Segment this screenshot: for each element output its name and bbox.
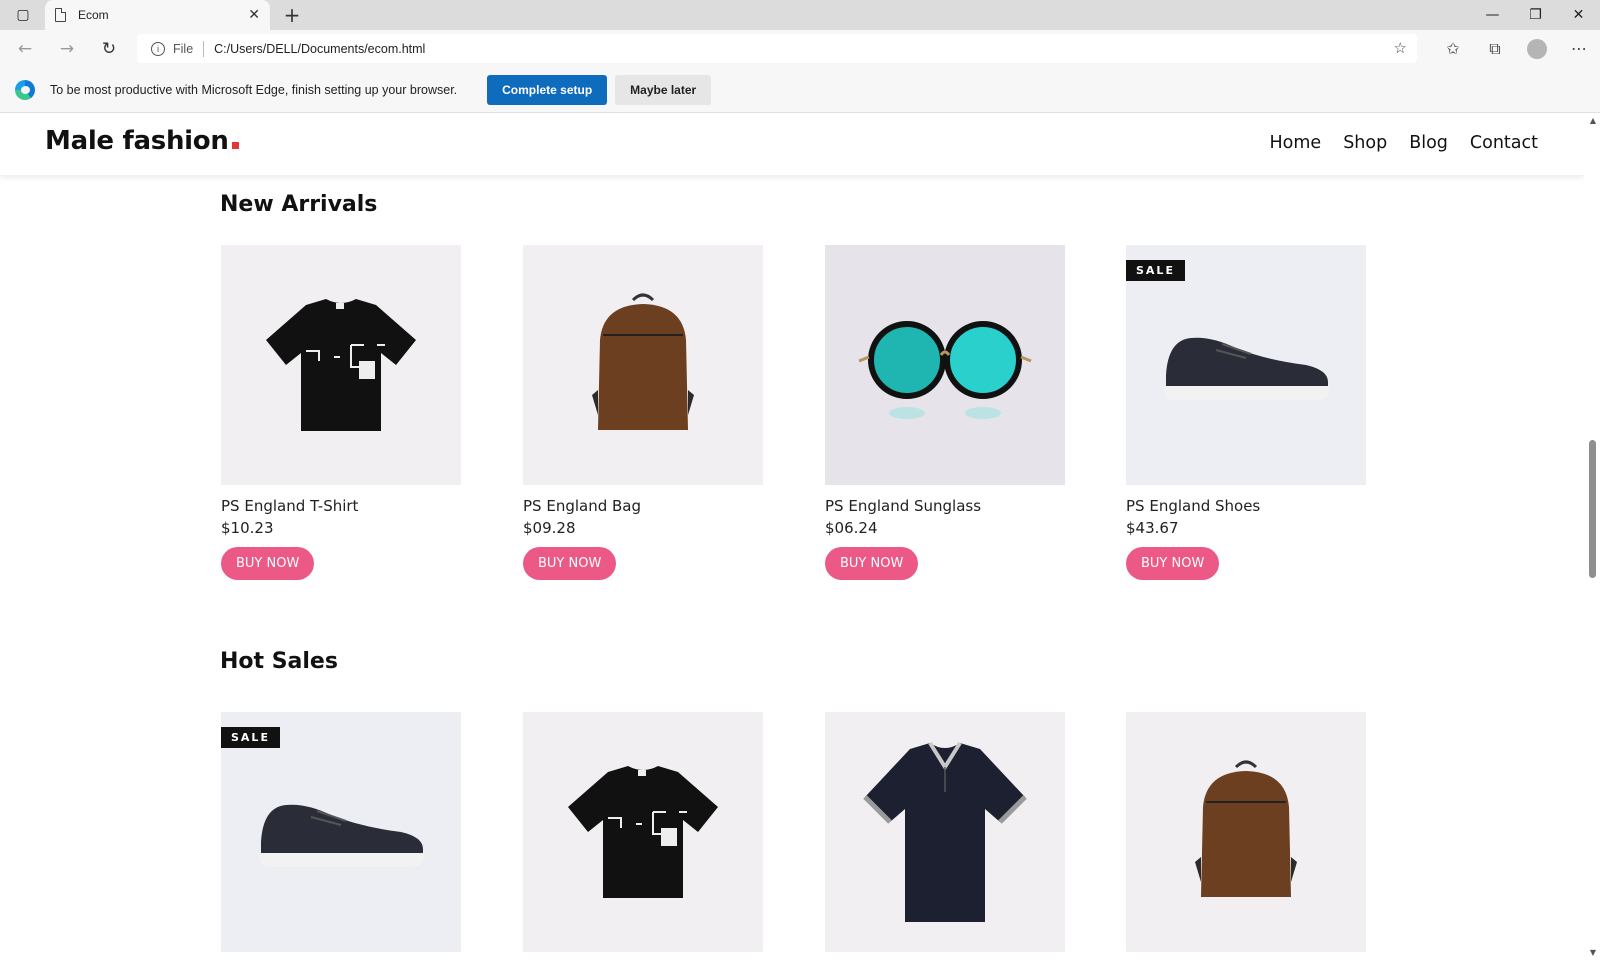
product-card[interactable]: PS England Sunglass $06.24 BUY NOW <box>825 245 1065 580</box>
close-window-button[interactable]: ✕ <box>1557 0 1600 30</box>
url-text[interactable]: C:/Users/DELL/Documents/ecom.html <box>214 42 425 56</box>
product-card[interactable] <box>1126 712 1366 952</box>
sunglass-image <box>858 321 1032 419</box>
product-image-sunglass[interactable] <box>825 245 1065 485</box>
more-options-icon[interactable]: ⋯ <box>1558 30 1600 67</box>
new-tab-button[interactable]: + <box>280 3 304 27</box>
product-image-bag[interactable] <box>1126 712 1366 952</box>
product-card[interactable]: PS England T-Shirt $10.23 BUY NOW <box>221 245 461 580</box>
product-image-shoes[interactable]: SALE <box>221 712 461 952</box>
product-price: $10.23 <box>221 519 274 537</box>
product-image-tshirt[interactable] <box>523 712 763 952</box>
main-nav: Home Shop Blog Contact <box>1270 133 1538 153</box>
forward-button[interactable]: → <box>54 36 80 62</box>
product-card[interactable] <box>825 712 1065 952</box>
refresh-button[interactable]: ↻ <box>96 36 122 62</box>
nav-shop[interactable]: Shop <box>1343 133 1387 153</box>
product-price: $43.67 <box>1126 519 1179 537</box>
profile-avatar[interactable] <box>1527 38 1547 59</box>
vertical-scrollbar[interactable]: ▲ ▼ <box>1584 114 1600 961</box>
product-card[interactable]: PS England Bag $09.28 BUY NOW <box>523 245 763 580</box>
product-name[interactable]: PS England Shoes <box>1126 497 1366 515</box>
product-price: $06.24 <box>825 519 878 537</box>
product-card[interactable] <box>523 712 763 952</box>
edge-logo-icon <box>15 79 35 100</box>
nav-blog[interactable]: Blog <box>1409 133 1448 153</box>
product-card[interactable]: SALE <box>221 712 461 952</box>
shoe-image <box>1164 337 1330 400</box>
tab-actions-icon[interactable]: ▢ <box>8 5 38 25</box>
product-card[interactable]: SALE PS England Shoes $43.67 BUY NOW <box>1126 245 1366 580</box>
hot-sales-title: Hot Sales <box>220 649 338 674</box>
tab-title: Ecom <box>78 8 109 22</box>
sale-badge: SALE <box>221 727 280 748</box>
tshirt-image <box>568 766 718 898</box>
file-label: File <box>173 41 194 56</box>
info-icon[interactable]: i <box>151 41 165 56</box>
site-logo[interactable]: Male fashion <box>45 126 239 156</box>
buy-now-button[interactable]: BUY NOW <box>523 547 617 580</box>
page-viewport: Male fashion Home Shop Blog Contact New … <box>0 114 1584 961</box>
product-price: $09.28 <box>523 519 576 537</box>
document-icon <box>55 8 66 22</box>
tshirt-image <box>266 299 416 431</box>
product-name[interactable]: PS England Sunglass <box>825 497 1065 515</box>
toolbar-icons: ✩ ⧉ ⋯ <box>1432 30 1600 67</box>
shoe-image <box>259 804 425 867</box>
setup-infobar: To be most productive with Microsoft Edg… <box>0 67 1600 113</box>
close-tab-icon[interactable]: ✕ <box>248 7 260 23</box>
tab-strip: ▢ Ecom ✕ + — ❐ ✕ <box>0 0 1600 30</box>
maybe-later-button[interactable]: Maybe later <box>615 74 712 105</box>
scroll-thumb[interactable] <box>1589 440 1596 578</box>
product-image-bag[interactable] <box>523 245 763 485</box>
collections-icon[interactable]: ⧉ <box>1474 30 1516 67</box>
new-arrivals-title: New Arrivals <box>220 192 378 217</box>
favorites-icon[interactable]: ✩ <box>1432 30 1474 67</box>
product-name[interactable]: PS England Bag <box>523 497 763 515</box>
site-header: Male fashion Home Shop Blog Contact <box>0 114 1584 175</box>
bag-image <box>1195 760 1297 897</box>
restore-button[interactable]: ❐ <box>1514 0 1557 30</box>
product-image-polo[interactable] <box>825 712 1065 952</box>
minimize-button[interactable]: — <box>1471 0 1514 30</box>
logo-text: Male fashion <box>45 126 229 156</box>
add-favorite-icon[interactable]: ☆ <box>1394 39 1407 57</box>
scroll-down-arrow-icon[interactable]: ▼ <box>1590 948 1596 957</box>
buy-now-button[interactable]: BUY NOW <box>825 547 919 580</box>
scroll-up-arrow-icon[interactable]: ▲ <box>1590 116 1596 125</box>
tab-ecom[interactable]: Ecom ✕ <box>45 0 270 30</box>
logo-dot <box>231 142 239 149</box>
sale-badge: SALE <box>1126 260 1185 281</box>
address-bar[interactable]: i File C:/Users/DELL/Documents/ecom.html… <box>137 34 1417 63</box>
product-name[interactable]: PS England T-Shirt <box>221 497 461 515</box>
product-image-tshirt[interactable] <box>221 245 461 485</box>
nav-contact[interactable]: Contact <box>1470 133 1538 153</box>
browser-toolbar: ← → ↻ i File C:/Users/DELL/Documents/eco… <box>0 30 1600 67</box>
product-image-shoes[interactable]: SALE <box>1126 245 1366 485</box>
back-button[interactable]: ← <box>12 36 38 62</box>
buy-now-button[interactable]: BUY NOW <box>1126 547 1220 580</box>
bag-image <box>592 293 694 430</box>
infobar-message: To be most productive with Microsoft Edg… <box>50 82 458 97</box>
address-separator <box>203 40 205 57</box>
nav-home[interactable]: Home <box>1270 133 1322 153</box>
complete-setup-button[interactable]: Complete setup <box>487 74 608 105</box>
polo-image <box>863 741 1027 922</box>
buy-now-button[interactable]: BUY NOW <box>221 547 315 580</box>
window-controls: — ❐ ✕ <box>1471 0 1600 30</box>
